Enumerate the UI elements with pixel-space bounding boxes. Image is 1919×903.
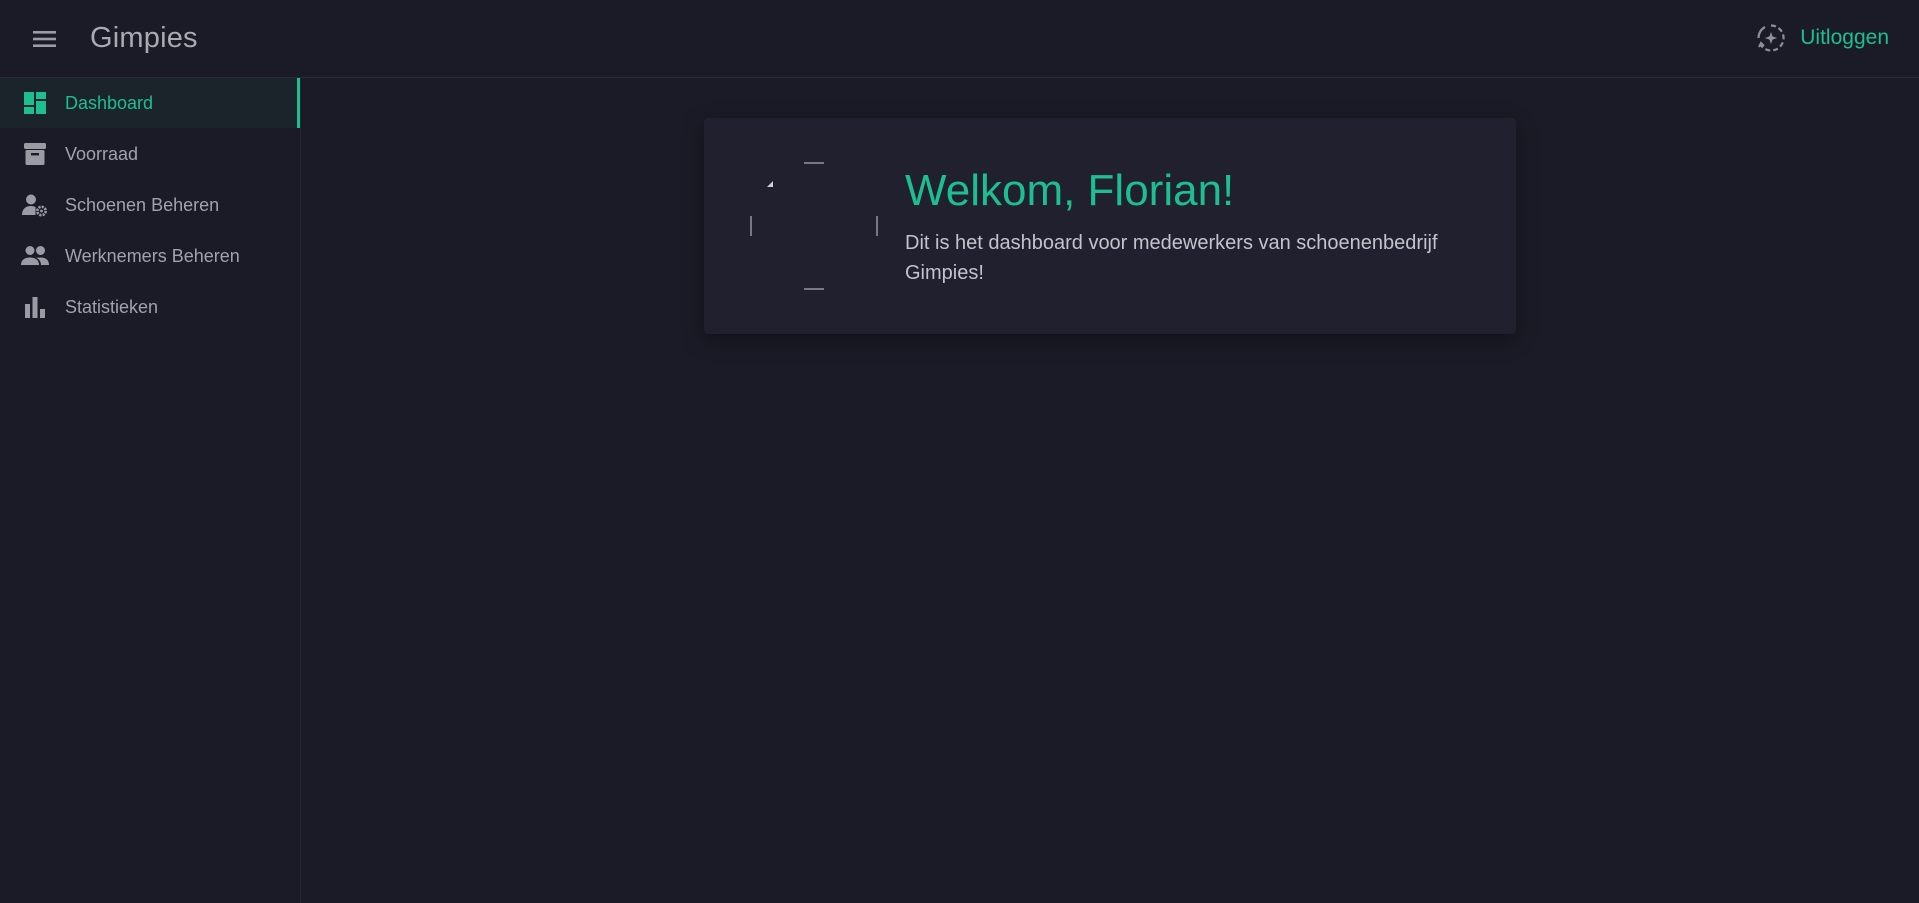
welcome-title: Welkom, Florian! <box>905 166 1235 215</box>
sidebar-item-voorraad[interactable]: Voorraad <box>0 129 300 179</box>
menu-button[interactable] <box>23 17 67 61</box>
avatar <box>750 162 878 290</box>
logout-label: Uitloggen <box>1800 26 1889 49</box>
avatar-placeholder-icon <box>750 162 878 290</box>
welcome-text: Dit is het dashboard voor medewerkers va… <box>905 232 1438 284</box>
top-app-bar: Gimpies Uitloggen <box>0 0 1919 78</box>
sidebar-item-label: Dashboard <box>65 92 154 113</box>
sidebar-item-werknemers-beheren[interactable]: Werknemers Beheren <box>0 231 300 281</box>
sidebar-item-label: Werknemers Beheren <box>65 245 240 266</box>
sidebar: Dashboard Voorraad Schoenen Beheren Werk… <box>0 78 301 903</box>
logout-sparkle-icon <box>1757 24 1785 52</box>
logout-button[interactable]: Uitloggen <box>1756 18 1889 58</box>
sidebar-item-schoenen-beheren[interactable]: Schoenen Beheren <box>0 180 300 230</box>
sidebar-item-statistieken[interactable]: Statistieken <box>0 282 300 332</box>
sidebar-item-label: Schoenen Beheren <box>65 194 220 215</box>
dashboard-icon <box>21 89 49 117</box>
welcome-card: Welkom, Florian! Dit is het dashboard vo… <box>704 118 1516 334</box>
user-gear-icon <box>21 191 49 219</box>
bar-chart-icon <box>21 293 49 321</box>
people-icon <box>21 242 49 270</box>
sidebar-item-label: Voorraad <box>65 143 139 164</box>
sidebar-item-dashboard[interactable]: Dashboard <box>0 78 300 128</box>
sidebar-item-label: Statistieken <box>65 296 159 317</box>
hamburger-menu-icon <box>33 30 56 47</box>
archive-box-icon <box>21 140 49 168</box>
app-title: Gimpies <box>90 22 198 54</box>
